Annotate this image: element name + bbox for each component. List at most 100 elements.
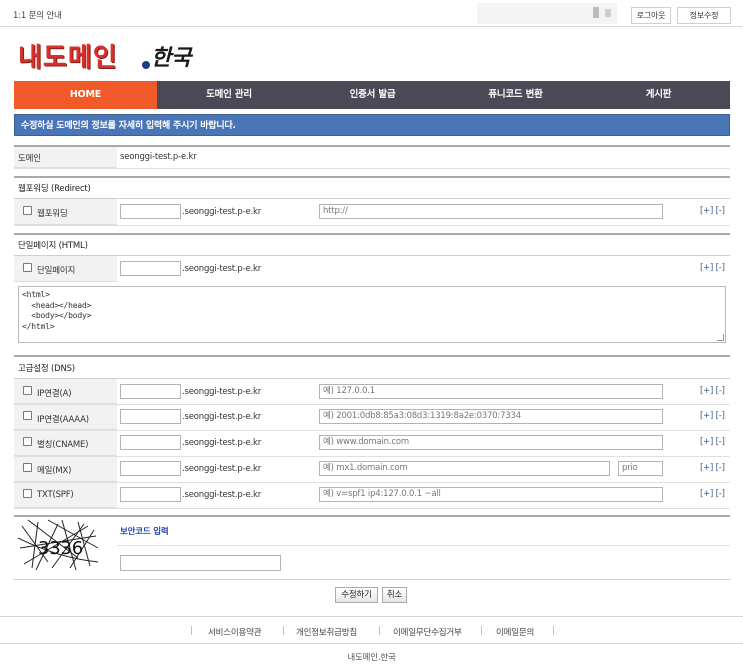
logout-button[interactable]: 로그아웃	[631, 7, 671, 24]
divider	[14, 176, 730, 178]
logo-text-sub: 한국	[151, 45, 192, 71]
captcha-input[interactable]	[120, 555, 281, 571]
logo-text-main: 내도메인	[18, 43, 118, 73]
inquiry-link[interactable]: 1:1 문의 안내	[13, 9, 62, 21]
copyright: 내도메인.한국	[347, 653, 396, 663]
single-page-section-title: 단일페이지 (HTML)	[18, 241, 88, 251]
footer-link-email-refusal[interactable]: 이메일무단수집거부	[393, 626, 462, 638]
row-divider	[14, 225, 730, 226]
domain-suffix: .seonggi-test.p-e.kr	[182, 412, 262, 422]
domain-suffix: .seonggi-test.p-e.kr	[182, 438, 262, 448]
add-remove-links[interactable]: [+] [-]	[700, 263, 725, 273]
resize-grip-icon[interactable]	[717, 334, 724, 341]
footer-link-privacy[interactable]: 개인정보취급방침	[296, 626, 357, 638]
row-divider	[117, 545, 730, 546]
row-divider	[14, 456, 730, 457]
domain-suffix: .seonggi-test.p-e.kr	[182, 387, 262, 397]
domain-suffix: .seonggi-test.p-e.kr	[182, 490, 262, 500]
domain-suffix: .seonggi-test.p-e.kr	[182, 264, 262, 274]
footer-separator: |	[480, 626, 483, 636]
dns-txt-checkbox[interactable]	[23, 489, 32, 498]
row-divider	[14, 482, 730, 483]
divider	[14, 145, 730, 147]
single-page-subdomain-input[interactable]	[120, 261, 181, 276]
edit-profile-button[interactable]: 정보수정	[677, 7, 731, 24]
footer-separator: |	[190, 626, 193, 636]
nav-certificate[interactable]: 인증서 발급	[301, 81, 444, 109]
divider	[14, 255, 730, 256]
footer-link-terms[interactable]: 서비스이용약관	[208, 626, 262, 638]
add-remove-links[interactable]: [+] [-]	[700, 437, 725, 447]
divider	[14, 515, 730, 517]
redirect-section-title: 웹포워딩 (Redirect)	[18, 184, 91, 194]
dns-mx-value-input[interactable]: 예) mx1.domain.com	[319, 461, 610, 476]
add-remove-links[interactable]: [+] [-]	[700, 386, 725, 396]
footer-link-email-inquiry[interactable]: 이메일문의	[496, 626, 534, 638]
redirect-url-input[interactable]: http://	[319, 204, 663, 219]
row-divider	[14, 430, 730, 431]
divider	[14, 198, 730, 199]
main-nav: HOME 도메인 관리 인증서 발급 퓨니코드 변환 게시판	[14, 81, 730, 109]
dns-mx-priority-input[interactable]: prio	[618, 461, 663, 476]
dns-a-value-input[interactable]: 예) 127.0.0.1	[319, 384, 663, 399]
nav-punycode[interactable]: 퓨니코드 변환	[444, 81, 587, 109]
html-content: <html> <head></head> <body></body> </htm…	[22, 290, 92, 331]
add-remove-links[interactable]: [+] [-]	[700, 463, 725, 473]
submit-button[interactable]: 수정하기	[335, 587, 378, 603]
dns-aaaa-label: IP연결(AAAA)	[37, 415, 89, 425]
add-remove-links[interactable]: [+] [-]	[700, 411, 725, 421]
footer-separator: |	[552, 626, 555, 636]
dns-aaaa-subdomain-input[interactable]	[120, 409, 181, 424]
logo-dot	[142, 61, 150, 69]
dns-cname-label: 별칭(CNAME)	[37, 440, 89, 450]
cancel-button[interactable]: 취소	[382, 587, 407, 603]
single-page-checkbox[interactable]	[23, 263, 32, 272]
html-textarea[interactable]: <html> <head></head> <body></body> </htm…	[18, 286, 726, 343]
domain-suffix: .seonggi-test.p-e.kr	[182, 207, 262, 217]
domain-value: seonggi-test.p-e.kr	[120, 152, 197, 162]
domain-label: 도메인	[18, 154, 41, 164]
footer-separator: |	[282, 626, 285, 636]
dns-aaaa-checkbox[interactable]	[23, 411, 32, 420]
captcha-code: 3336	[38, 538, 83, 559]
footer: | 서비스이용약관 | 개인정보취급방침 | 이메일무단수집거부 | 이메일문의…	[0, 616, 743, 644]
nav-board[interactable]: 게시판	[587, 81, 730, 109]
dns-mx-label: 메일(MX)	[37, 466, 72, 476]
row-divider	[14, 404, 730, 405]
add-remove-links[interactable]: [+] [-]	[700, 206, 725, 216]
dns-a-subdomain-input[interactable]	[120, 384, 181, 399]
notice-banner: 수정하실 도메인의 정보를 자세히 입력해 주시기 바랍니다.	[14, 114, 730, 136]
captcha-image: 3336	[18, 518, 101, 572]
dns-section-title: 고급설정 (DNS)	[18, 364, 75, 374]
dns-cname-value-input[interactable]: 예) www.domain.com	[319, 435, 663, 450]
dns-a-label: IP연결(A)	[37, 389, 72, 399]
dns-mx-checkbox[interactable]	[23, 463, 32, 472]
divider	[14, 378, 730, 379]
dns-mx-subdomain-input[interactable]	[120, 461, 181, 476]
dns-a-checkbox[interactable]	[23, 386, 32, 395]
divider	[14, 233, 730, 235]
nav-domain-manage[interactable]: 도메인 관리	[157, 81, 301, 109]
dns-txt-label: TXT(SPF)	[37, 490, 74, 500]
nav-home[interactable]: HOME	[14, 81, 157, 109]
redirect-label: 웹포워딩	[37, 209, 68, 219]
dns-txt-subdomain-input[interactable]	[120, 487, 181, 502]
redirect-checkbox[interactable]	[23, 206, 32, 215]
captcha-title: 보안코드 입력	[120, 527, 169, 537]
dns-aaaa-value-input[interactable]: 예) 2001:0db8:85a3:08d3:1319:8a2e:0370:73…	[319, 409, 663, 424]
footer-separator: |	[378, 626, 381, 636]
dns-cname-subdomain-input[interactable]	[120, 435, 181, 450]
row-divider	[14, 508, 730, 509]
dns-cname-checkbox[interactable]	[23, 437, 32, 446]
masked-user-area-block	[593, 7, 599, 18]
add-remove-links[interactable]: [+] [-]	[700, 489, 725, 499]
dns-txt-value-input[interactable]: 예) v=spf1 ip4:127.0.0.1 ~all	[319, 487, 663, 502]
domain-suffix: .seonggi-test.p-e.kr	[182, 464, 262, 474]
redirect-subdomain-input[interactable]	[120, 204, 181, 219]
single-page-label: 단일페이지	[37, 266, 76, 276]
divider	[14, 579, 730, 580]
masked-user-area-block	[605, 9, 611, 17]
divider	[14, 355, 730, 357]
row-divider	[14, 168, 730, 169]
top-bar: 1:1 문의 안내 로그아웃 정보수정	[0, 0, 743, 27]
